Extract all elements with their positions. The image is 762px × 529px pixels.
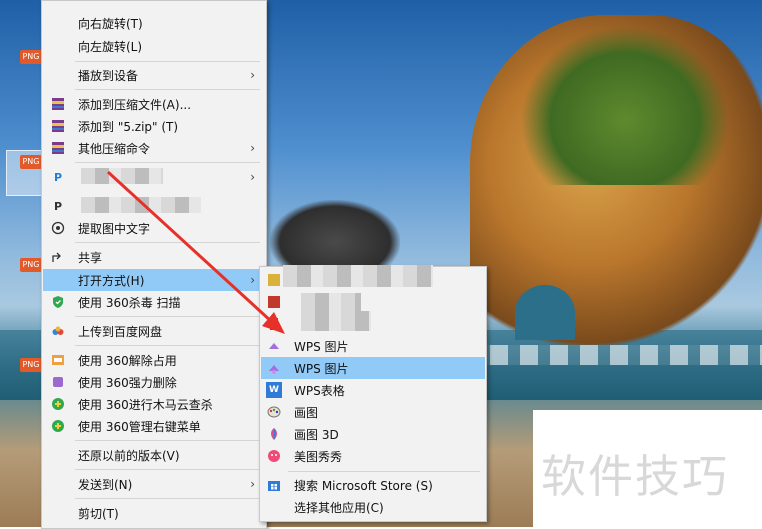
watermark-text: 软件技巧 [541,450,730,503]
annotation-arrow-line [106,170,274,324]
watermark: 软件技巧 [533,410,762,527]
